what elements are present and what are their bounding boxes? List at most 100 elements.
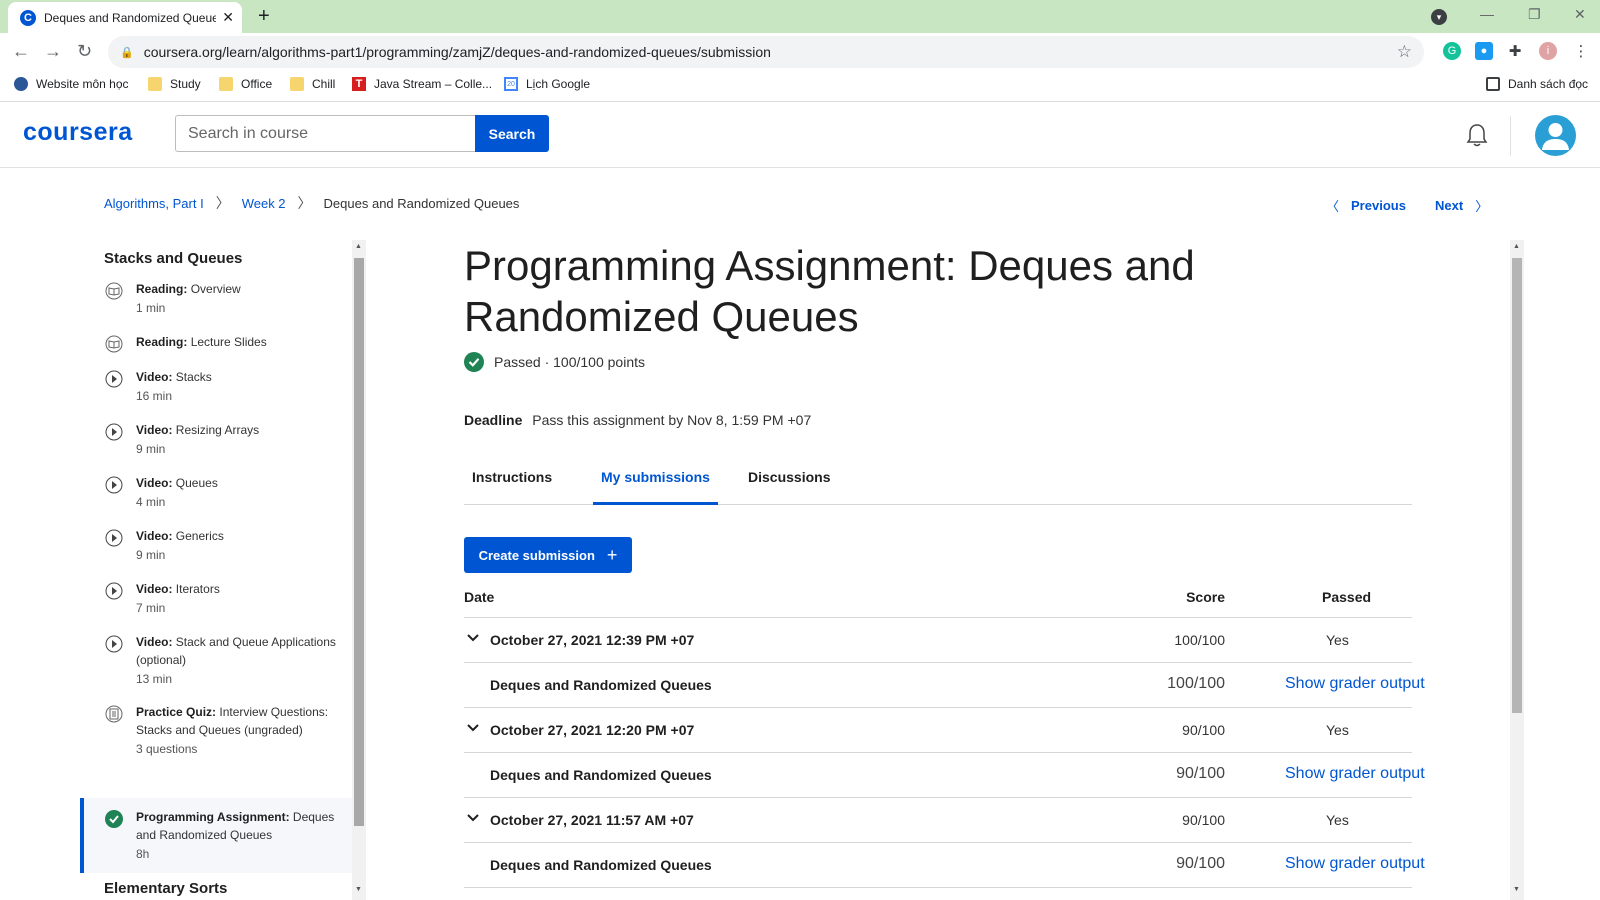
course-outline-sidebar: Stacks and Queues Reading: Overview 1 min… [80,240,366,900]
sidebar-scrollbar-thumb[interactable] [354,258,364,826]
part-score: 90/100 [1176,855,1225,872]
play-icon [105,529,123,547]
sidebar-item-iterators[interactable]: Video: Iterators 7 min [80,580,352,630]
show-grader-output-link[interactable]: Show grader output [1285,855,1425,873]
scroll-down-icon[interactable]: ▼ [355,886,362,893]
scroll-up-icon[interactable]: ▲ [1513,243,1520,250]
previous-button[interactable]: 〈 Previous [1326,196,1406,215]
sidebar-item-overview[interactable]: Reading: Overview 1 min [80,280,352,330]
tab-my-submissions[interactable]: My submissions [593,469,718,505]
tab-instructions[interactable]: Instructions [464,469,560,505]
deadline-label: Deadline [464,412,523,428]
bookmark-chill[interactable]: Chill [290,77,335,91]
column-header-passed: Passed [1322,589,1372,605]
scroll-down-icon[interactable]: ▼ [1513,886,1520,893]
chevron-down-icon[interactable] [466,631,480,645]
bookmark-label: Office [241,77,273,91]
search-input[interactable] [175,115,475,152]
part-score: 90/100 [1176,765,1225,782]
bookmark-star-icon[interactable]: ☆ [1397,42,1412,62]
table-row[interactable]: October 27, 2021 11:57 AM +07 90/100 Yes [464,798,1412,843]
play-icon [105,423,123,441]
user-avatar[interactable] [1535,115,1576,156]
breadcrumb-week-link[interactable]: Week 2 [242,196,286,211]
restore-icon[interactable]: ❐ [1528,6,1541,23]
submission-score: 90/100 [1182,812,1225,828]
item-type: Video: [136,476,173,490]
show-grader-output-link[interactable]: Show grader output [1285,675,1425,693]
next-label: Next [1435,198,1464,213]
search-button[interactable]: Search [475,115,549,152]
bookmark-office[interactable]: Office [219,77,272,91]
part-score: 100/100 [1167,675,1225,692]
item-duration: 7 min [136,601,166,615]
close-window-icon[interactable]: ✕ [1574,6,1586,23]
breadcrumb-current: Deques and Randomized Queues [323,195,520,211]
bookmark-java-stream[interactable]: T Java Stream – Colle... [352,77,492,91]
submission-score: 100/100 [1174,632,1225,648]
sidebar-item-lecture-slides[interactable]: Reading: Lecture Slides [80,333,352,363]
chevron-down-icon[interactable] [466,811,480,825]
site-header: coursera Search [0,102,1600,168]
sidebar-next-section-title[interactable]: Elementary Sorts [104,880,227,897]
bookmark-label: Chill [312,77,336,91]
sidebar-item-interview-questions[interactable]: Practice Quiz: Interview Questions: Stac… [80,703,352,783]
profile-icon[interactable]: i [1539,42,1557,60]
bookmark-google-calendar[interactable]: 20 Lịch Google [504,77,590,91]
table-row: Deques and Randomized Queues 90/100 Show… [464,843,1425,888]
show-grader-output-link[interactable]: Show grader output [1285,765,1425,783]
reading-list-icon [1486,77,1500,91]
create-submission-button[interactable]: Create submission + [464,537,632,573]
scroll-up-icon[interactable]: ▲ [355,243,362,250]
assignment-tabs: Instructions My submissions Discussions [464,455,1412,505]
lock-icon[interactable]: 🔒 [120,46,134,59]
browser-tab[interactable]: C Deques and Randomized Queues ✕ [8,2,242,33]
item-duration: 4 min [136,495,166,509]
chevron-down-icon[interactable] [466,721,480,735]
bookmark-website[interactable]: Website môn học [14,77,129,91]
item-type: Reading: [136,282,188,296]
sidebar-item-generics[interactable]: Video: Generics 9 min [80,527,352,577]
reading-list[interactable]: Danh sách đọc [1486,77,1588,91]
coursera-logo[interactable]: coursera [23,118,133,147]
sidebar-item-stacks[interactable]: Video: Stacks 16 min [80,368,352,418]
main-scrollbar[interactable]: ▲ ▼ [1510,240,1524,900]
tab-discussions[interactable]: Discussions [740,469,838,505]
table-row[interactable]: October 27, 2021 12:39 PM +07 100/100 Ye… [464,618,1412,663]
breadcrumb-course-link[interactable]: Algorithms, Part I [104,196,204,211]
header-divider [1510,116,1511,156]
plus-icon: + [606,544,618,565]
dropper-extension-icon[interactable]: ● [1475,42,1493,60]
part-name: Deques and Randomized Queues [490,677,712,693]
sidebar-item-queues[interactable]: Video: Queues 4 min [80,474,352,524]
notifications-bell-icon[interactable] [1466,123,1488,147]
java-icon: T [352,77,366,91]
item-duration: 8h [136,847,150,861]
new-tab-icon[interactable]: + [258,5,270,28]
url-omnibox[interactable]: 🔒 coursera.org/learn/algorithms-part1/pr… [108,36,1424,68]
sidebar-item-resizing-arrays[interactable]: Video: Resizing Arrays 9 min [80,421,352,471]
table-row[interactable]: October 27, 2021 12:20 PM +07 90/100 Yes [464,708,1412,753]
sidebar-item-stack-queue-applications[interactable]: Video: Stack and Queue Applications (opt… [80,633,352,699]
breadcrumb: Algorithms, Part I 〉 Week 2 〉 Deques and… [104,193,519,213]
item-name: Queues [175,476,218,490]
bookmark-study[interactable]: Study [148,77,201,91]
tab-search-icon[interactable]: ▾ [1431,9,1447,25]
folder-icon [219,77,233,91]
tab-title: Deques and Randomized Queues [44,10,217,25]
back-icon[interactable]: ← [12,41,30,62]
sidebar-scrollbar[interactable]: ▲ ▼ [352,240,366,900]
reload-icon[interactable]: ↻ [77,41,92,62]
next-button[interactable]: Next 〉 [1435,196,1488,215]
close-tab-icon[interactable]: ✕ [222,9,234,26]
quiz-icon [105,705,123,723]
sidebar-item-programming-assignment[interactable]: Programming Assignment: Deques and Rando… [80,798,352,873]
item-duration: 9 min [136,442,166,456]
item-type: Video: [136,529,173,543]
forward-icon[interactable]: → [44,41,62,62]
grammarly-extension-icon[interactable]: G [1443,42,1461,60]
browser-menu-icon[interactable]: ⋮ [1572,42,1590,60]
main-scrollbar-thumb[interactable] [1512,258,1522,713]
extensions-puzzle-icon[interactable]: ✚ [1506,42,1524,60]
minimize-icon[interactable]: — [1480,6,1494,22]
